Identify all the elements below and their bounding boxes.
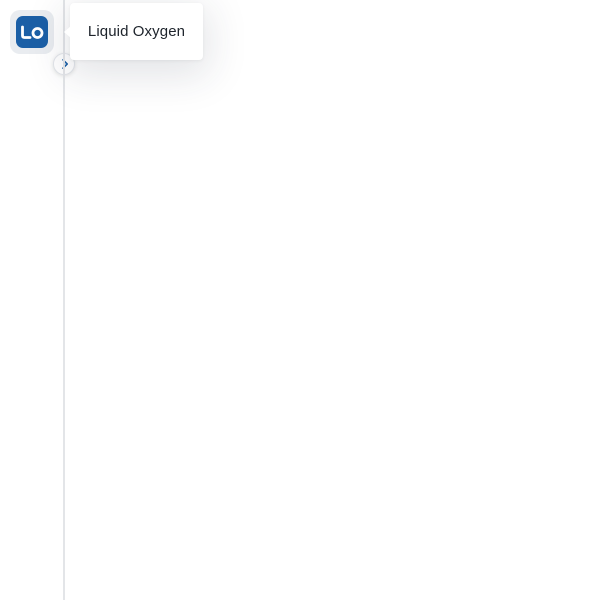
- liquid-oxygen-logo-icon: [21, 25, 44, 39]
- main-content: [65, 0, 600, 600]
- logo-tooltip: Liquid Oxygen: [70, 3, 203, 60]
- app-window: Liquid Oxygen: [0, 0, 600, 600]
- sidebar: [0, 0, 75, 600]
- app-logo-button[interactable]: [16, 16, 48, 48]
- tooltip-label: Liquid Oxygen: [87, 23, 186, 40]
- tooltip-arrow: [64, 26, 71, 38]
